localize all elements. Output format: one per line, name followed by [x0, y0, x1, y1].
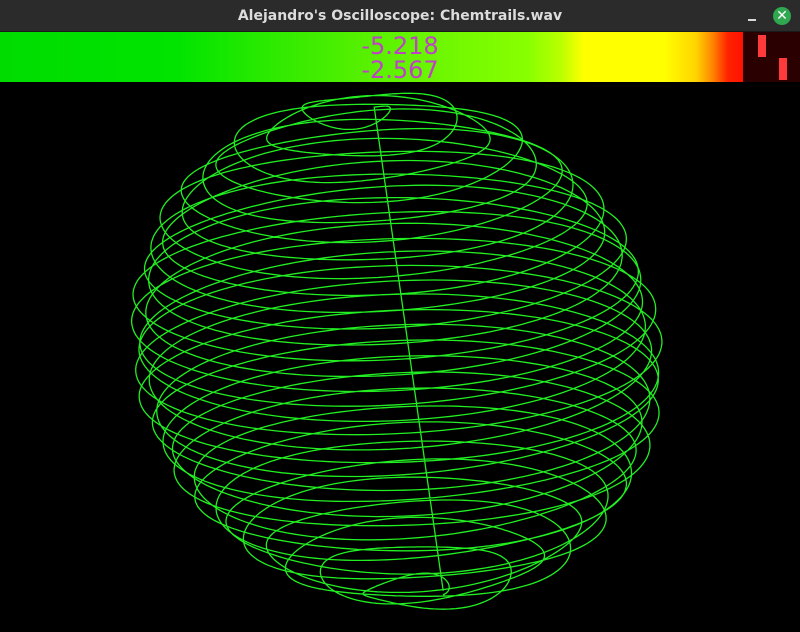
- level-readout-bottom: -2.567: [361, 56, 439, 84]
- oscilloscope-display: [0, 82, 800, 632]
- app-window: Alejandro's Oscilloscope: Chemtrails.wav…: [0, 0, 800, 632]
- title-bar[interactable]: Alejandro's Oscilloscope: Chemtrails.wav…: [0, 0, 800, 32]
- oscilloscope-trace-canvas: [130, 92, 663, 610]
- close-icon: ✕: [776, 8, 788, 24]
- level-meter: -5.218 -2.567: [0, 32, 800, 82]
- meter-unlit-region: [743, 32, 800, 82]
- minimize-button[interactable]: [742, 6, 762, 26]
- oscilloscope-trace: [130, 92, 663, 610]
- window-title: Alejandro's Oscilloscope: Chemtrails.wav: [237, 8, 563, 24]
- close-button[interactable]: ✕: [773, 7, 791, 25]
- level-readout-top: -5.218: [361, 32, 439, 60]
- minimize-icon: [748, 19, 756, 21]
- peak-indicator-bottom: [779, 58, 787, 80]
- peak-indicator-top: [758, 35, 766, 57]
